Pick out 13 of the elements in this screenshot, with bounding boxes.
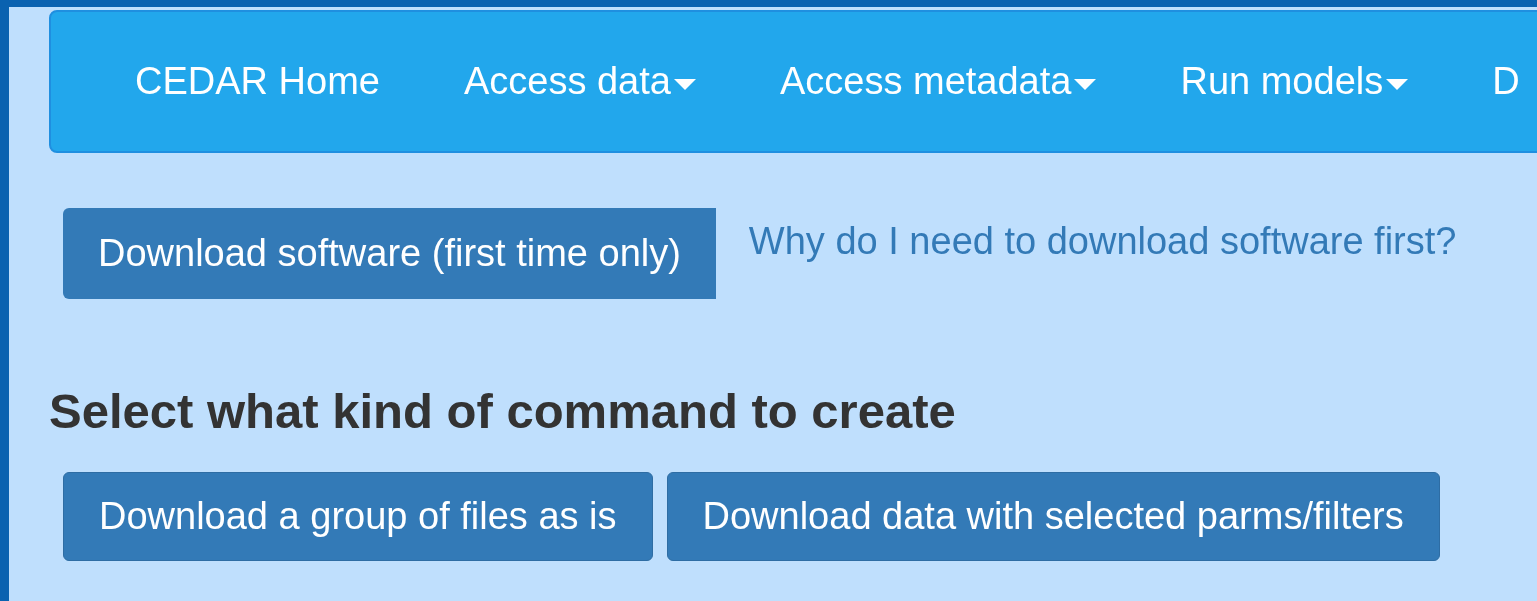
caret-icon <box>673 79 696 90</box>
download-software-button[interactable]: Download software (first time only) <box>63 208 716 299</box>
caret-icon <box>1386 79 1409 90</box>
caret-icon <box>1074 79 1097 90</box>
command-button[interactable]: Download data with selected parms/filters <box>666 472 1440 561</box>
nav-link[interactable]: D <box>1492 53 1520 110</box>
nav-dropdown[interactable]: Access metadata <box>779 53 1097 110</box>
nav-dropdown[interactable]: Run models <box>1180 53 1409 110</box>
nav-dropdown[interactable]: Access data <box>463 53 696 110</box>
help-link[interactable]: Why do I need to download software first? <box>748 213 1457 270</box>
section-heading: Select what kind of command to create <box>49 387 957 436</box>
command-button[interactable]: Download a group of files as is <box>63 472 653 561</box>
nav-link[interactable]: CEDAR Home <box>135 53 380 110</box>
